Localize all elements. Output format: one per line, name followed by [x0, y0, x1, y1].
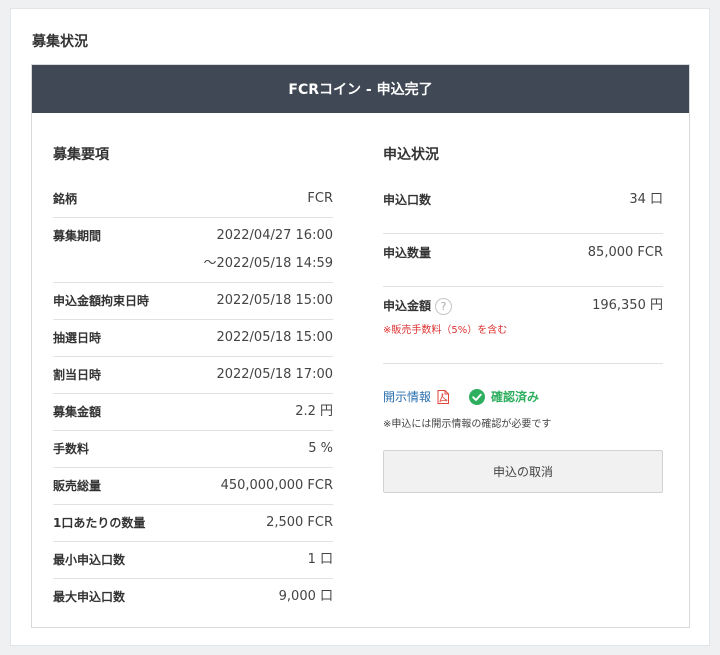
term-label: 手数料	[53, 442, 90, 456]
check-circle-icon	[469, 388, 486, 405]
term-row-lock-time: 申込金額拘束日時 2022/05/18 15:00	[53, 283, 333, 320]
term-value: 5 %	[308, 441, 333, 456]
offering-status-card: 募集状況 FCRコイン - 申込完了 募集要項 銘柄 FCR 募集期間 2022…	[10, 8, 710, 646]
disclosure-row: 開示情報 確認済み	[383, 388, 663, 405]
confirmed-status: 確認済み	[491, 390, 540, 404]
term-value: 1 口	[307, 552, 333, 567]
offering-terms: 募集要項 銘柄 FCR 募集期間 2022/04/27 16:00 ～2022/…	[53, 145, 333, 615]
status-label: 申込数量	[383, 246, 432, 260]
offering-terms-title: 募集要項	[53, 147, 109, 163]
term-value: 2022/05/18 15:00	[216, 330, 333, 345]
term-value: 2,500 FCR	[266, 515, 333, 530]
period-end: ～2022/05/18 14:59	[203, 256, 333, 271]
term-value: 2022/05/18 17:00	[216, 367, 333, 382]
term-row-min-units: 最小申込口数 1 口	[53, 542, 333, 579]
term-label: 銘柄	[53, 192, 78, 206]
status-value: 85,000 FCR	[587, 245, 663, 260]
term-row-allocation-time: 割当日時 2022/05/18 17:00	[53, 357, 333, 394]
term-row-unit-quantity: 1口あたりの数量 2,500 FCR	[53, 505, 333, 542]
term-row-price: 募集金額 2.2 円	[53, 394, 333, 431]
term-label: 最小申込口数	[53, 553, 126, 567]
term-label: 1口あたりの数量	[53, 516, 146, 530]
term-value: 2022/05/18 15:00	[216, 293, 333, 308]
term-row-period: 募集期間 2022/04/27 16:00 ～2022/05/18 14:59	[53, 218, 333, 283]
status-value: 34 口	[629, 192, 663, 207]
fee-note: ※販売手数料（5%）を含む	[383, 325, 508, 336]
disclosure-note: ※申込には開示情報の確認が必要です	[383, 419, 552, 430]
term-value: 9,000 口	[278, 589, 333, 604]
status-row-amount: 申込金額 ? ※販売手数料（5%）を含む 196,350 円	[383, 287, 663, 364]
term-label: 抽選日時	[53, 331, 102, 345]
cancel-application-button[interactable]: 申込の取消	[383, 450, 663, 493]
term-value: 450,000,000 FCR	[220, 478, 333, 493]
amount-label-group: 申込金額 ? ※販売手数料（5%）を含む	[383, 297, 507, 336]
term-row-lottery-time: 抽選日時 2022/05/18 15:00	[53, 320, 333, 357]
application-panel: FCRコイン - 申込完了 募集要項 銘柄 FCR 募集期間 2022/04/2…	[31, 64, 690, 628]
section-title: 募集状況	[32, 34, 88, 50]
term-label: 募集金額	[53, 405, 102, 419]
panel-title: FCRコイン - 申込完了	[288, 82, 433, 98]
status-row-quantity: 申込数量 85,000 FCR	[383, 234, 663, 287]
status-label: 申込金額	[383, 299, 432, 313]
status-value: 196,350 円	[592, 298, 663, 313]
status-label: 申込口数	[383, 193, 432, 207]
term-value: 2.2 円	[295, 404, 333, 419]
term-row-fee: 手数料 5 %	[53, 431, 333, 468]
disclosure-link[interactable]: 開示情報	[383, 388, 431, 405]
period-start: 2022/04/27 16:00	[216, 228, 333, 243]
term-label: 申込金額拘束日時	[53, 294, 150, 308]
term-label: 募集期間	[53, 229, 102, 243]
application-status-title: 申込状況	[383, 147, 439, 163]
pdf-icon[interactable]	[437, 389, 450, 404]
term-row-total-supply: 販売総量 450,000,000 FCR	[53, 468, 333, 505]
term-label: 割当日時	[53, 368, 102, 382]
term-value: FCR	[307, 191, 333, 206]
application-status-list: 申込口数 34 口 申込数量 85,000 FCR 申込金額 ? ※販売手数料（…	[383, 181, 663, 364]
status-row-units: 申込口数 34 口	[383, 181, 663, 234]
term-row-symbol: 銘柄 FCR	[53, 181, 333, 218]
help-icon[interactable]: ?	[435, 297, 453, 315]
application-status: 申込状況 申込口数 34 口 申込数量 85,000 FCR 申込金額 ? ※販…	[383, 145, 663, 493]
panel-header: FCRコイン - 申込完了	[32, 65, 689, 113]
offering-terms-list: 銘柄 FCR 募集期間 2022/04/27 16:00 ～2022/05/18…	[53, 181, 333, 615]
term-label: 販売総量	[53, 479, 102, 493]
term-value: 2022/04/27 16:00 ～2022/05/18 14:59	[203, 227, 333, 273]
term-row-max-units: 最大申込口数 9,000 口	[53, 579, 333, 615]
term-label: 最大申込口数	[53, 590, 126, 604]
